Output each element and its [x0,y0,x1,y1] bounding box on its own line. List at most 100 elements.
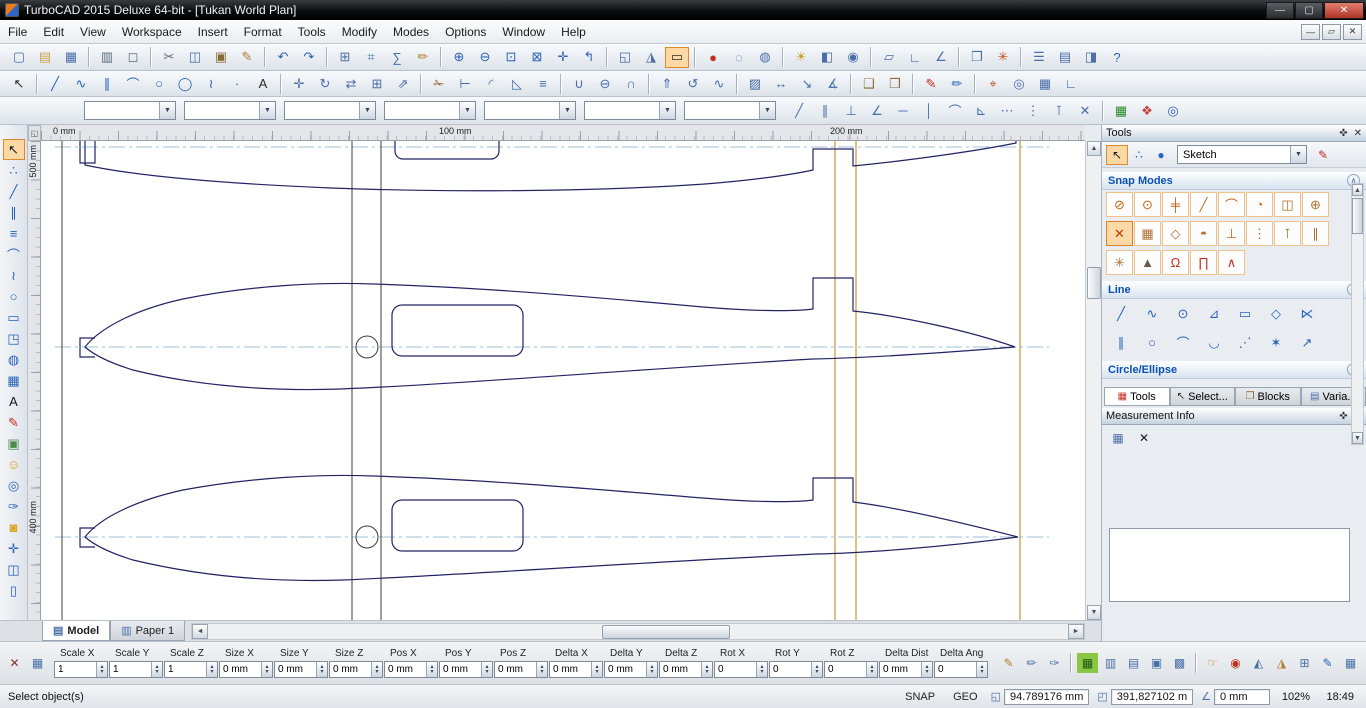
menu-window[interactable]: Window [494,20,553,43]
field-spinner[interactable] [481,662,492,677]
layer-combo[interactable] [484,101,576,120]
print[interactable]: ▥ [95,47,119,68]
field-spinner[interactable] [316,662,327,677]
line-double[interactable]: ∥ [1106,330,1136,355]
maximize-button[interactable]: ▢ [1295,2,1323,19]
spline[interactable]: ≀ [199,73,223,94]
new[interactable]: ▢ [7,47,31,68]
horizontal-guide[interactable]: ─ [891,100,915,121]
undo[interactable]: ↶ [271,47,295,68]
field-value[interactable]: 0 mm [605,664,646,675]
vertical-guide[interactable]: │ [917,100,941,121]
scroll-left-icon[interactable]: ◄ [192,624,208,639]
scale[interactable]: ⇗ [391,73,415,94]
field-value[interactable]: 0 [935,664,976,675]
measure[interactable]: ⌗ [359,47,383,68]
zoom-window[interactable]: ⊡ [499,47,523,68]
menu-options[interactable]: Options [437,20,494,43]
snap-bucket[interactable]: ▲ [1134,250,1161,275]
menu-file[interactable]: File [0,20,35,43]
section-header-circle-ellipse[interactable]: Circle/Ellipse ∧ [1102,361,1366,379]
snap-face[interactable]: ◫ [1274,192,1301,217]
group[interactable]: ❒ [965,47,989,68]
selector-2d[interactable]: ◱ [613,47,637,68]
field-value[interactable]: 0 mm [330,664,371,675]
line-rectangle[interactable]: ▭ [1230,301,1260,326]
pen[interactable]: ✑ [3,496,25,517]
palette-node-edit[interactable]: ∴ [1128,145,1150,165]
scroll-right-icon[interactable]: ► [1068,624,1084,639]
formula[interactable]: ∑ [385,47,409,68]
camera[interactable]: ◉ [841,47,865,68]
paste[interactable]: ▣ [209,47,233,68]
curve[interactable]: ≀ [3,265,25,286]
extension-guide[interactable]: ⊺ [1047,100,1071,121]
field-spinner[interactable] [976,662,987,677]
quality-mode[interactable]: ▩ [1169,653,1190,673]
scroll-down-icon[interactable]: ▼ [1087,605,1101,620]
box[interactable]: ◳ [3,328,25,349]
field-spinner[interactable] [921,662,932,677]
field-spinner[interactable] [811,662,822,677]
ellipse[interactable]: ◯ [173,73,197,94]
copy-entity[interactable]: ◫ [3,559,25,580]
explode[interactable]: ✳ [991,47,1015,68]
vertical-scroll-thumb[interactable] [1087,267,1101,299]
open[interactable]: ▤ [33,47,57,68]
divide-guide[interactable]: ⋮ [1021,100,1045,121]
field-spinner[interactable] [426,662,437,677]
field-value[interactable]: 0 mm [440,664,481,675]
canvas-vertical-scrollbar[interactable]: ▲ ▼ [1085,141,1101,620]
snap-indicator[interactable]: SNAP [900,690,940,704]
line-cross[interactable]: ⋉ [1292,301,1322,326]
context-help[interactable]: ? [1105,47,1129,68]
ruler-origin-button[interactable]: ◱ [28,125,41,141]
field-value[interactable]: 0 [770,664,811,675]
pen-color[interactable]: ✎ [919,73,943,94]
palette-brush-icon[interactable]: ✎ [1312,145,1334,165]
snap-all[interactable]: ✳ [1106,250,1133,275]
snap-on-graphic[interactable]: ╱ [1190,192,1217,217]
redo[interactable]: ↷ [297,47,321,68]
double-line[interactable]: ∥ [3,202,25,223]
shaded-mode[interactable]: ▣ [1146,653,1167,673]
dimension-style-combo[interactable] [684,101,776,120]
snap-quadrant[interactable]: ◔ [1246,192,1273,217]
workplane[interactable]: ▱ [877,47,901,68]
tab-model[interactable]: ▤Model [42,621,110,641]
angle-mode[interactable]: ∠ [929,47,953,68]
chevron-down-icon[interactable]: ▼ [1290,146,1306,163]
field-spinner[interactable] [96,662,107,677]
grid-small[interactable]: ▦ [1340,653,1361,673]
line-single[interactable]: ╱ [1106,301,1136,326]
trim[interactable]: ✁ [427,73,451,94]
measurement-table[interactable]: ▦ [1108,429,1128,447]
revolve[interactable]: ↺ [681,73,705,94]
field-value[interactable]: 1 [110,664,151,675]
ortho-guide[interactable]: ╱ [787,100,811,121]
menu-edit[interactable]: Edit [35,20,72,43]
brush-style[interactable]: ✏ [945,73,969,94]
sketch-pencil[interactable]: ✏ [411,47,435,68]
perpendicular-guide[interactable]: ⊥ [839,100,863,121]
field-value[interactable]: 0 mm [550,664,591,675]
paint-brush[interactable]: ✎ [3,412,25,433]
transform[interactable]: ✛ [3,538,25,559]
pin-icon[interactable]: ✜ [1339,411,1347,422]
text[interactable]: A [3,391,25,412]
line-center-circle[interactable]: ⊙ [1168,301,1198,326]
field-value[interactable]: 0 mm [880,664,921,675]
hatch[interactable]: ▨ [743,73,767,94]
line-triangle[interactable]: ⊿ [1199,301,1229,326]
array[interactable]: ⊞ [365,73,389,94]
intersect-guide[interactable]: ✕ [1073,100,1097,121]
field-spinner[interactable] [756,662,767,677]
field-value[interactable]: 0 mm [385,664,426,675]
geo-indicator[interactable]: GEO [948,690,982,704]
format-painter[interactable]: ✎ [235,47,259,68]
circle[interactable]: ○ [3,286,25,307]
selection-grid[interactable]: ▦ [27,653,48,673]
child-minimize[interactable]: — [1301,24,1320,40]
tab-blocks[interactable]: ❒Blocks [1235,387,1301,406]
section-header-line[interactable]: Line ∧ [1102,281,1366,299]
